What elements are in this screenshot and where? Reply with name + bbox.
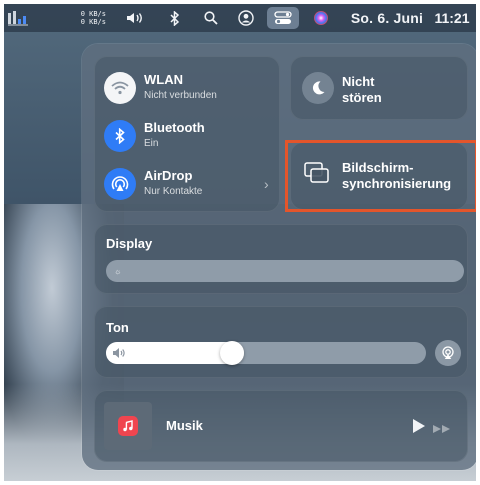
wlan-label: WLAN (144, 72, 183, 87)
focus-label-line2: stören (342, 90, 382, 105)
play-icon[interactable] (412, 418, 426, 439)
menu-date[interactable]: So. 6. Juni (344, 4, 430, 32)
screen-mirroring-highlight (285, 140, 476, 212)
focus-tile[interactable]: Nicht stören (290, 56, 468, 120)
stats-icon[interactable] (4, 4, 34, 32)
music-tile: Musik (94, 390, 468, 462)
music-app-artwork[interactable] (104, 402, 152, 450)
brightness-icon: ☼ (114, 267, 122, 276)
airdrop-icon[interactable] (104, 168, 136, 200)
control-center-icon[interactable] (267, 7, 299, 29)
chevron-right-icon[interactable]: › (264, 176, 269, 192)
display-brightness-slider[interactable]: ☼ (106, 260, 464, 282)
sound-label: Ton (106, 320, 129, 335)
fast-forward-icon[interactable] (432, 421, 452, 439)
control-center-panel: WLAN Nicht verbunden Bluetooth Ein AirDr… (82, 44, 476, 470)
menu-bar: 0 KB/s 0 KB/s So. 6. Juni 11:21 (4, 4, 476, 32)
bluetooth-icon[interactable] (164, 4, 186, 32)
volume-slider-knob[interactable] (220, 341, 244, 365)
net-down-rate: 0 KB/s (80, 18, 106, 26)
user-switch-icon[interactable] (234, 4, 258, 32)
siri-icon[interactable] (310, 4, 332, 32)
menu-time[interactable]: 11:21 (430, 4, 474, 32)
volume-slider[interactable] (106, 341, 426, 365)
airplay-audio-icon[interactable] (435, 340, 461, 366)
wlan-status: Nicht verbunden (144, 90, 217, 101)
focus-label-line1: Nicht (342, 74, 375, 89)
moon-icon (302, 72, 334, 104)
sound-tile: Ton (94, 306, 468, 378)
net-up-rate: 0 KB/s (80, 10, 106, 18)
music-note-icon (118, 416, 138, 436)
bluetooth-label: Bluetooth (144, 120, 205, 135)
focus-label: Nicht stören (342, 74, 382, 106)
display-label: Display (106, 236, 153, 251)
airdrop-status: Nur Kontakte (144, 186, 203, 197)
display-tile: Display ☼ (94, 224, 468, 294)
bluetooth-toggle-icon[interactable] (104, 120, 136, 152)
network-stats[interactable]: 0 KB/s 0 KB/s (62, 4, 106, 32)
airdrop-label: AirDrop (144, 168, 193, 183)
screenshot-frame: 0 KB/s 0 KB/s So. 6. Juni 11:21 WLAN Nic… (4, 4, 476, 481)
bluetooth-status: Ein (144, 138, 159, 149)
search-icon[interactable] (200, 4, 222, 32)
music-label: Musik (166, 418, 203, 433)
volume-icon[interactable] (122, 4, 148, 32)
speaker-icon (112, 346, 126, 365)
wifi-icon[interactable] (104, 72, 136, 104)
connectivity-tile: WLAN Nicht verbunden Bluetooth Ein AirDr… (94, 56, 280, 212)
